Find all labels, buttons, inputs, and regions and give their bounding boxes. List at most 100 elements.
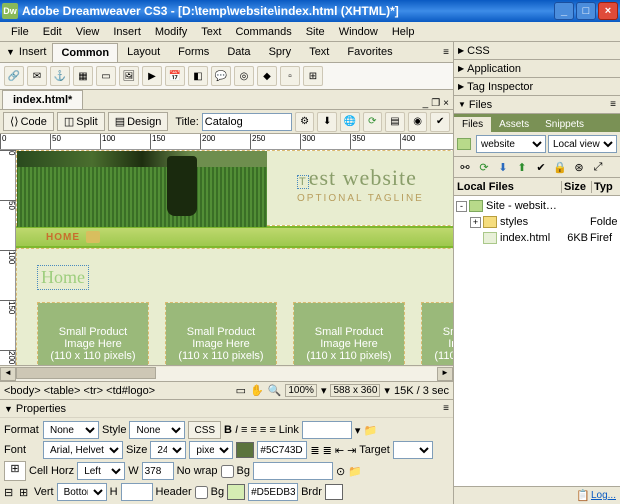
menu-site[interactable]: Site	[299, 24, 332, 40]
bg-color-swatch[interactable]	[227, 484, 245, 500]
tag-chooser-icon[interactable]: ⊞	[303, 66, 323, 86]
nav-cart-icon[interactable]	[86, 231, 100, 243]
tag-td-logo[interactable]: <td#logo>	[106, 385, 155, 397]
doc-tab-index[interactable]: index.html*	[2, 90, 83, 109]
insert-tab-text[interactable]: Text	[300, 42, 338, 62]
menu-modify[interactable]: Modify	[148, 24, 194, 40]
close-button[interactable]: ×	[598, 2, 618, 20]
date-icon[interactable]: 📅	[165, 66, 185, 86]
format-select[interactable]: None	[43, 421, 99, 439]
link-input[interactable]	[302, 421, 352, 439]
log-link[interactable]: Log...	[591, 490, 616, 501]
col-local-files[interactable]: Local Files	[454, 181, 562, 193]
target-select[interactable]	[393, 441, 433, 459]
col-size[interactable]: Size	[562, 181, 592, 193]
tree-expand-icon[interactable]: +	[470, 217, 481, 228]
table-icon[interactable]: ▦	[73, 66, 93, 86]
page-heading[interactable]: Home	[37, 265, 89, 290]
text-color-input[interactable]	[257, 441, 307, 459]
menu-commands[interactable]: Commands	[228, 24, 298, 40]
doc-close-icon[interactable]: ×	[443, 98, 449, 109]
product-cell[interactable]: Small ProductImage Here(110 x 110 pixels…	[421, 302, 453, 365]
tree-row[interactable]: -Site - website (D:\te...	[456, 198, 618, 214]
refresh-files-icon[interactable]: ⟳	[476, 159, 492, 175]
bold-button[interactable]: B	[224, 424, 232, 436]
files-tab-files[interactable]: Files	[454, 117, 491, 132]
product-image-placeholder[interactable]: Small ProductImage Here(110 x 110 pixels…	[38, 303, 148, 365]
media-icon[interactable]: ▶	[142, 66, 162, 86]
code-view-button[interactable]: ⟨⟩Code	[3, 112, 54, 131]
validate-icon[interactable]: ✔	[430, 112, 450, 132]
tag-body[interactable]: <body>	[4, 385, 41, 397]
product-image-placeholder[interactable]: Small ProductImage Here(110 x 110 pixels…	[422, 303, 453, 365]
horz-select[interactable]: Left	[77, 462, 125, 480]
tree-row[interactable]: index.html6KBFiref	[456, 230, 618, 246]
ul-icon[interactable]: ≣	[310, 444, 319, 457]
tag-tr[interactable]: <tr>	[84, 385, 104, 397]
named-anchor-icon[interactable]: ⚓	[50, 66, 70, 86]
product-cell[interactable]: Small ProductImage Here(110 x 110 pixels…	[293, 302, 405, 365]
text-color-swatch[interactable]	[236, 442, 254, 458]
header-checkbox[interactable]	[195, 486, 208, 499]
panel-files-header[interactable]: ▼ Files ≡	[454, 96, 620, 114]
link-folder-icon[interactable]: 📁	[363, 424, 377, 437]
email-link-icon[interactable]: ✉	[27, 66, 47, 86]
tag-table[interactable]: <table>	[44, 385, 81, 397]
scroll-left-arrow[interactable]: ◄	[0, 367, 16, 381]
indent-icon[interactable]: ⇥	[347, 444, 356, 457]
tree-expand-icon[interactable]: -	[456, 201, 467, 212]
menu-file[interactable]: File	[4, 24, 36, 40]
split-view-button[interactable]: ◫Split	[57, 112, 105, 131]
scroll-track[interactable]	[16, 367, 437, 381]
properties-collapse-arrow[interactable]: ▼	[4, 404, 13, 414]
product-cell[interactable]: Small ProductImage Here(110 x 110 pixels…	[165, 302, 277, 365]
insert-tab-common[interactable]: Common	[52, 43, 118, 62]
put-files-icon[interactable]: ⬆	[514, 159, 530, 175]
tree-row[interactable]: +stylesFolde	[456, 214, 618, 230]
expand-icon[interactable]: ⤢	[590, 159, 606, 175]
zoom-tool-icon[interactable]: 🔍	[268, 384, 282, 397]
link-dropdown-icon[interactable]: ▾	[355, 424, 361, 437]
preview-icon[interactable]: 🌐	[340, 112, 360, 132]
site-title[interactable]: Test website	[297, 165, 453, 191]
check-icon[interactable]: ⚙	[295, 112, 315, 132]
insert-tab-forms[interactable]: Forms	[169, 42, 218, 62]
doc-minimize-icon[interactable]: _	[423, 98, 429, 109]
col-type[interactable]: Typ	[592, 181, 620, 193]
align-justify-icon[interactable]: ≡	[269, 424, 275, 436]
nav-home-link[interactable]: HOME	[46, 232, 80, 243]
menu-text[interactable]: Text	[194, 24, 228, 40]
align-right-icon[interactable]: ≡	[260, 424, 266, 436]
menu-insert[interactable]: Insert	[106, 24, 148, 40]
visual-aids-icon[interactable]: ◉	[408, 112, 428, 132]
bg-color-input[interactable]	[248, 483, 298, 501]
style-select[interactable]: None	[129, 421, 185, 439]
size-select[interactable]: 24	[150, 441, 186, 459]
connect-icon[interactable]: ⚯	[457, 159, 473, 175]
script-icon[interactable]: ◆	[257, 66, 277, 86]
product-image-placeholder[interactable]: Small ProductImage Here(110 x 110 pixels…	[294, 303, 404, 365]
file-mgmt-icon[interactable]: ⬇	[317, 112, 337, 132]
align-center-icon[interactable]: ≡	[250, 424, 256, 436]
doc-restore-icon[interactable]: ❐	[431, 98, 440, 109]
insert-panel-menu-icon[interactable]: ≡	[443, 47, 449, 58]
sync-icon[interactable]: ⊛	[571, 159, 587, 175]
insert-collapse-arrow[interactable]: ▼	[2, 47, 19, 57]
checkin-icon[interactable]: 🔒	[552, 159, 568, 175]
server-include-icon[interactable]: ◧	[188, 66, 208, 86]
menu-view[interactable]: View	[69, 24, 107, 40]
files-tab-assets[interactable]: Assets	[491, 117, 537, 132]
refresh-icon[interactable]: ⟳	[363, 112, 383, 132]
font-select[interactable]: Arial, Helvetica	[43, 441, 123, 459]
bg-point-icon[interactable]: ⊙	[336, 465, 345, 478]
menu-window[interactable]: Window	[332, 24, 385, 40]
maximize-button[interactable]: □	[576, 2, 596, 20]
scroll-thumb[interactable]	[16, 367, 156, 379]
view-select[interactable]: Local view	[548, 135, 617, 153]
h-input[interactable]	[121, 483, 153, 501]
product-cell[interactable]: Small ProductImage Here(110 x 110 pixels…	[37, 302, 149, 365]
hand-tool-icon[interactable]: ✋	[250, 384, 264, 397]
zoom-select[interactable]: 100%	[285, 384, 317, 397]
get-files-icon[interactable]: ⬇	[495, 159, 511, 175]
panel-application-header[interactable]: ▶ Application	[454, 60, 620, 78]
